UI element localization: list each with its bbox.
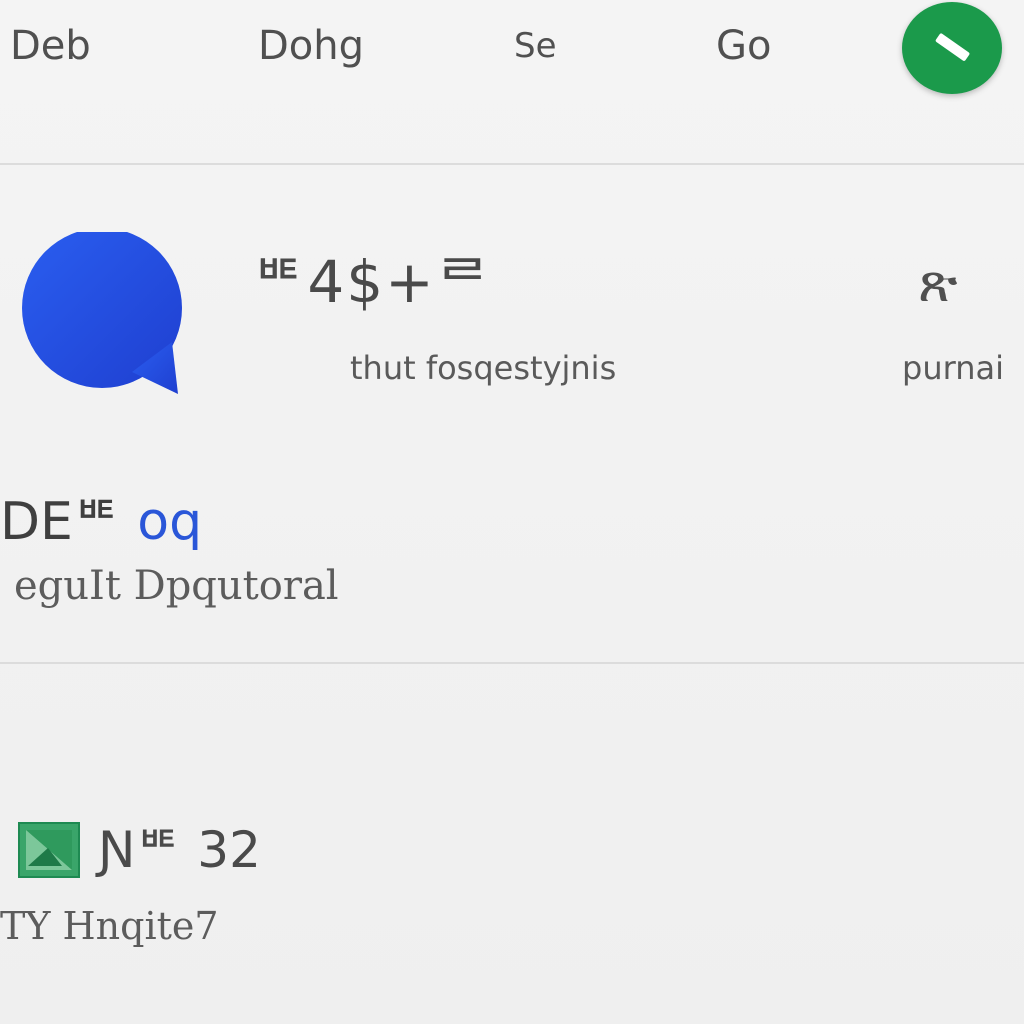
item-subtitle: TY Hnqite7 <box>0 904 219 948</box>
conversation-title[interactable]: ᄩ4$+ᄅ <box>252 246 491 318</box>
nav-tab-4[interactable]: Go <box>716 22 771 70</box>
top-navigation: Deb Dohg Se Go <box>0 0 1024 96</box>
nav-tab-1[interactable]: Deb <box>10 22 91 70</box>
section-subtitle: eguIt Dpqutoral <box>14 563 339 609</box>
section-title-text: DEᄩ <box>0 492 121 552</box>
app-screen: Deb Dohg Se Go ᄩ4$+ᄅ thut fosqestyjnis ጽ… <box>0 0 1024 1024</box>
image-icon[interactable] <box>18 822 80 878</box>
compose-button[interactable] <box>902 2 1002 94</box>
section-title-accent: oq <box>137 492 203 552</box>
nav-tab-2[interactable]: Dohg <box>258 22 364 70</box>
chat-bubble-icon[interactable] <box>22 232 186 396</box>
section-title[interactable]: DEᄩ oq <box>0 490 202 554</box>
side-subtitle: purnai <box>902 349 1004 387</box>
side-label: ጽ <box>918 251 958 314</box>
nav-tab-3[interactable]: Se <box>514 22 557 70</box>
divider <box>0 163 1024 165</box>
pencil-icon <box>935 33 970 61</box>
item-title[interactable]: Ɲᄩ 32 <box>98 818 261 882</box>
divider <box>0 662 1024 664</box>
conversation-subtitle: thut fosqestyjnis <box>350 349 617 387</box>
